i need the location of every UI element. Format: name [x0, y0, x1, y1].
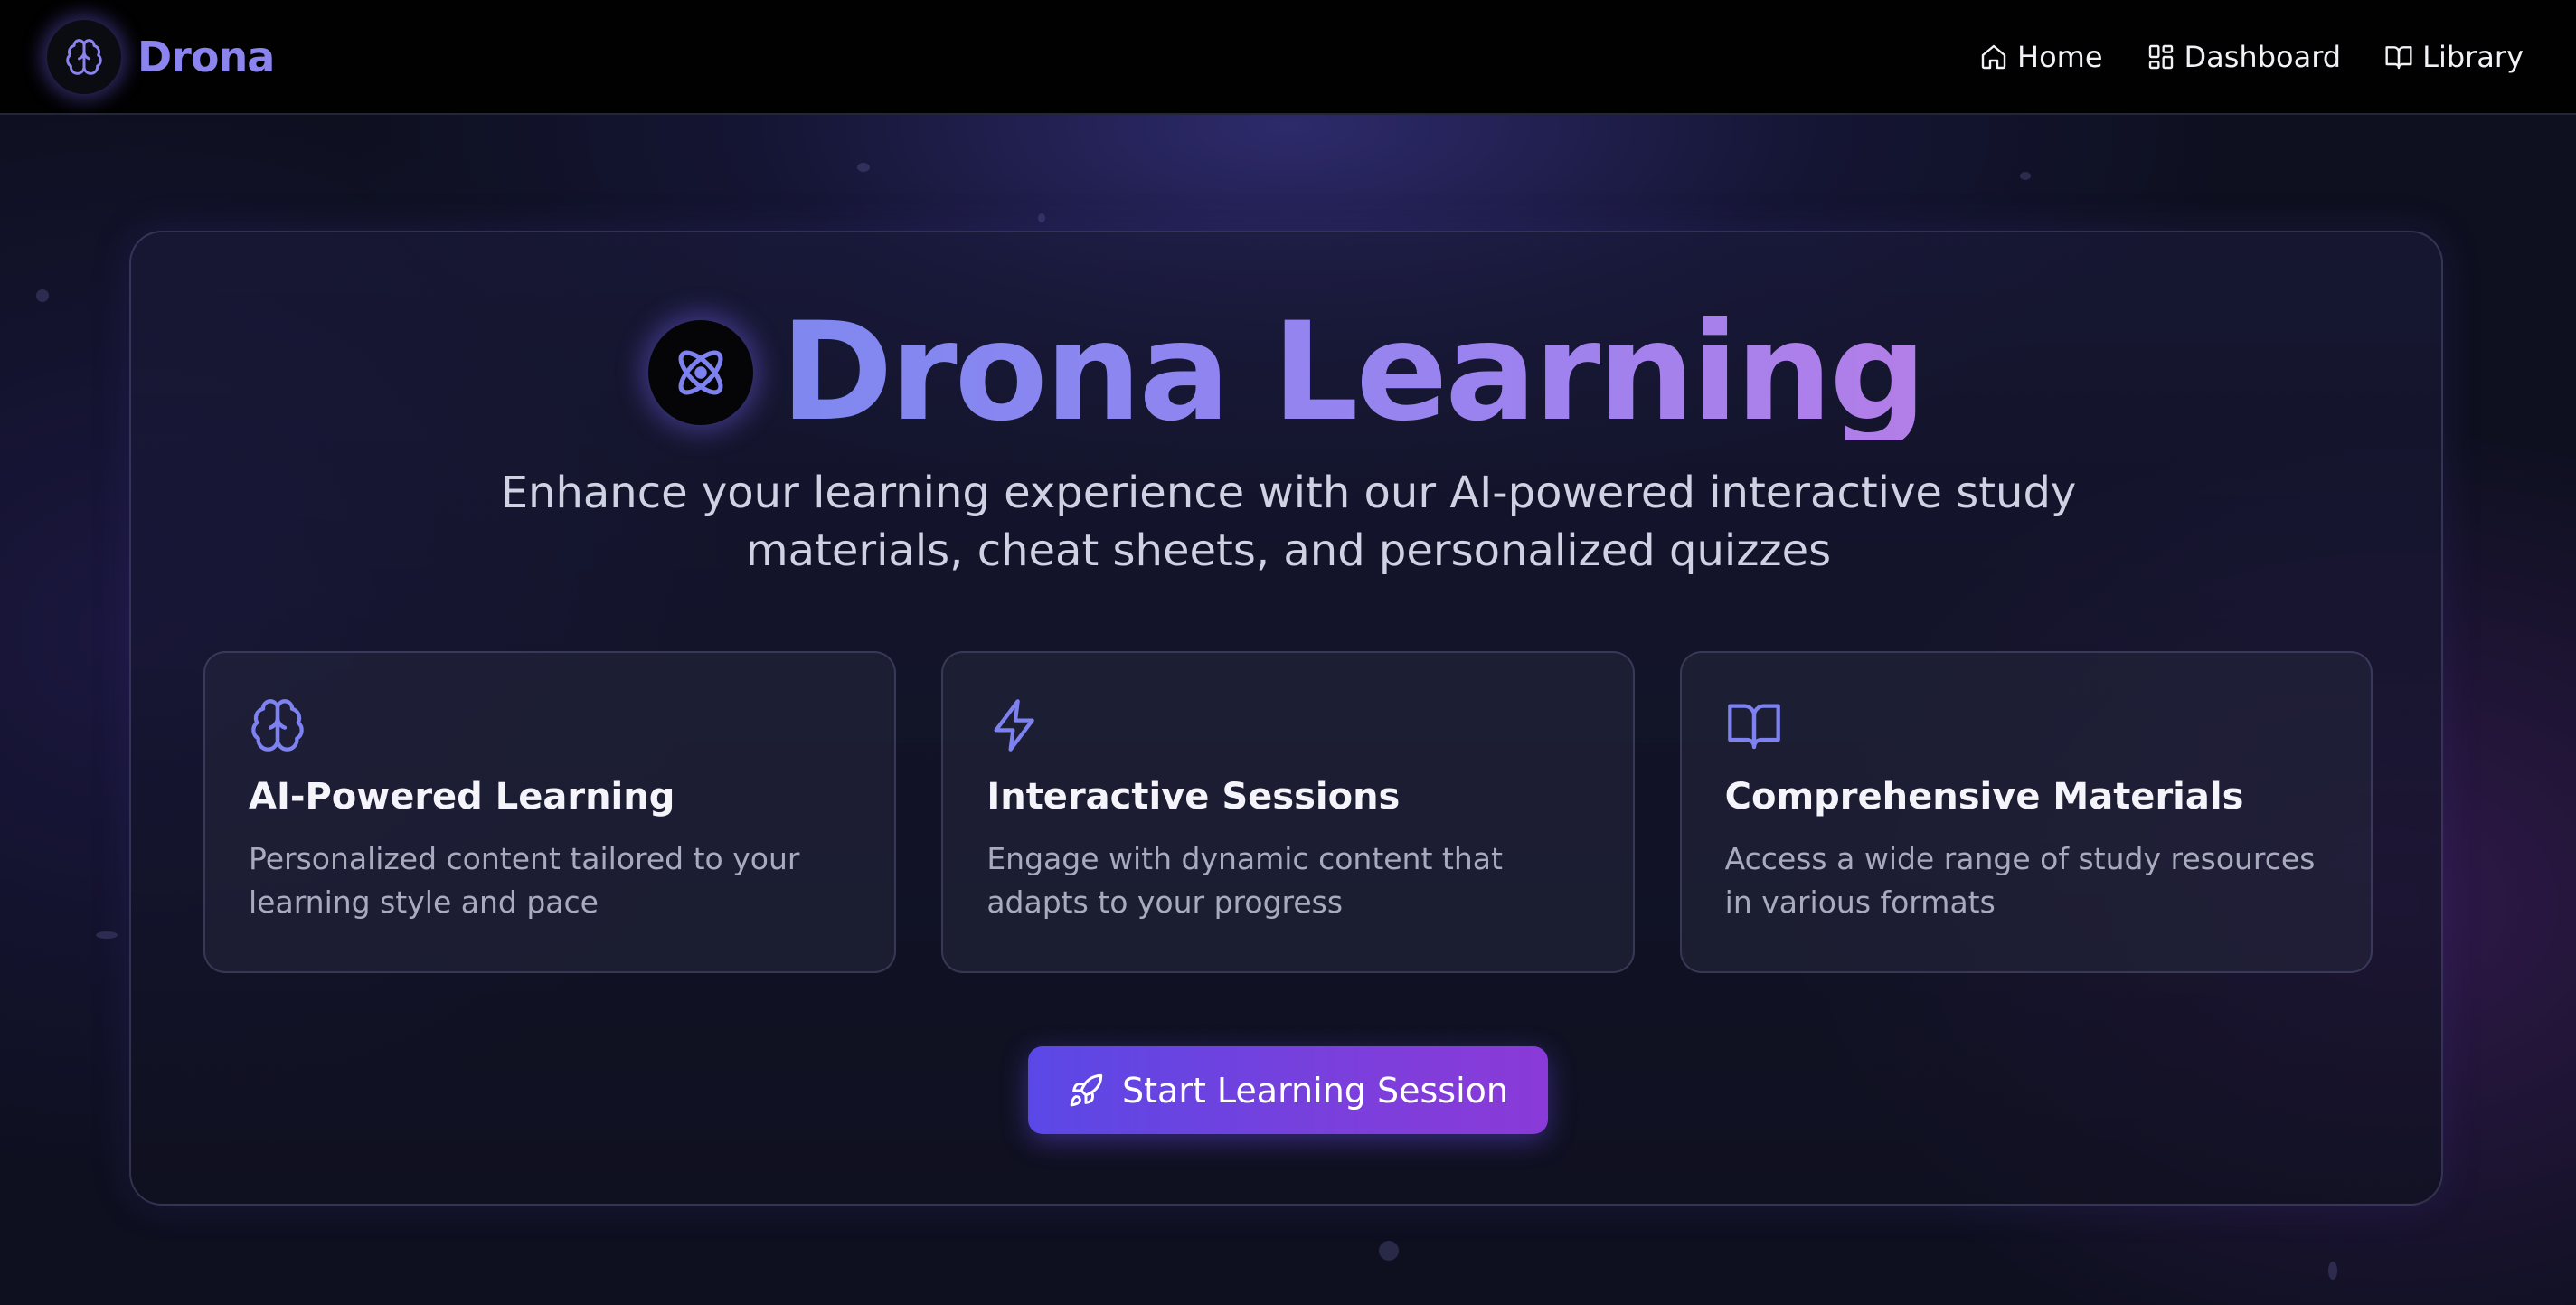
book-open-icon: [1727, 704, 1780, 750]
book-icon: [2385, 45, 2412, 69]
nav-link-label: Dashboard: [2184, 39, 2342, 74]
feature-grid: AI-Powered Learning Personalized content…: [203, 651, 2373, 973]
nav-link-library[interactable]: Library: [2384, 40, 2524, 74]
background-particle: [1038, 213, 1045, 222]
feature-description: Access a wide range of study resources i…: [1724, 841, 2316, 920]
brain-icon: [47, 19, 121, 94]
feature-description: Engage with dynamic content that adapts …: [986, 841, 1503, 920]
background-particle: [857, 163, 870, 172]
background-particle: [36, 289, 49, 302]
start-learning-label: Start Learning Session: [1122, 1070, 1508, 1111]
start-learning-button[interactable]: Start Learning Session: [1028, 1046, 1548, 1134]
atom-icon: [648, 320, 754, 425]
background-particle: [96, 931, 118, 939]
rocket-icon: [1070, 1073, 1103, 1106]
hero-card: Drona Learning Enhance your learning exp…: [129, 231, 2443, 1206]
brand-name: Drona: [137, 32, 275, 81]
brand[interactable]: Drona: [47, 19, 275, 94]
background-particle: [2328, 1262, 2337, 1280]
feature-title: AI-Powered Learning: [249, 776, 675, 818]
nav-links: Home Dashboard Library: [1979, 40, 2524, 74]
feature-card: Interactive Sessions Engage with dynamic…: [941, 651, 1635, 973]
home-icon: [1981, 44, 2006, 69]
feature-title: Interactive Sessions: [986, 776, 1401, 818]
top-navbar: Drona Home Dashboard Library: [0, 0, 2576, 115]
hero-subtitle: Enhance your learning experience with ou…: [500, 468, 2077, 576]
app-root: Drona Home Dashboard Library Drona Learn…: [0, 0, 2576, 1305]
nav-link-label: Library: [2422, 39, 2524, 74]
feature-description: Personalized content tailored to your le…: [249, 841, 800, 920]
brain-icon: [251, 699, 304, 752]
nav-link-label: Home: [2017, 39, 2103, 74]
hero-heading: Drona Learning: [131, 305, 2441, 440]
page-title: Drona Learning: [780, 294, 1927, 451]
dashboard-icon: [2148, 44, 2173, 69]
feature-title: Comprehensive Materials: [1724, 776, 2244, 818]
nav-link-home[interactable]: Home: [1979, 40, 2103, 74]
background-particle: [1379, 1241, 1399, 1261]
feature-card: AI-Powered Learning Personalized content…: [203, 651, 897, 973]
lightning-icon: [994, 699, 1035, 752]
feature-card: Comprehensive Materials Access a wide ra…: [1679, 651, 2373, 973]
nav-link-dashboard[interactable]: Dashboard: [2147, 39, 2342, 74]
background-particle: [2020, 172, 2031, 180]
